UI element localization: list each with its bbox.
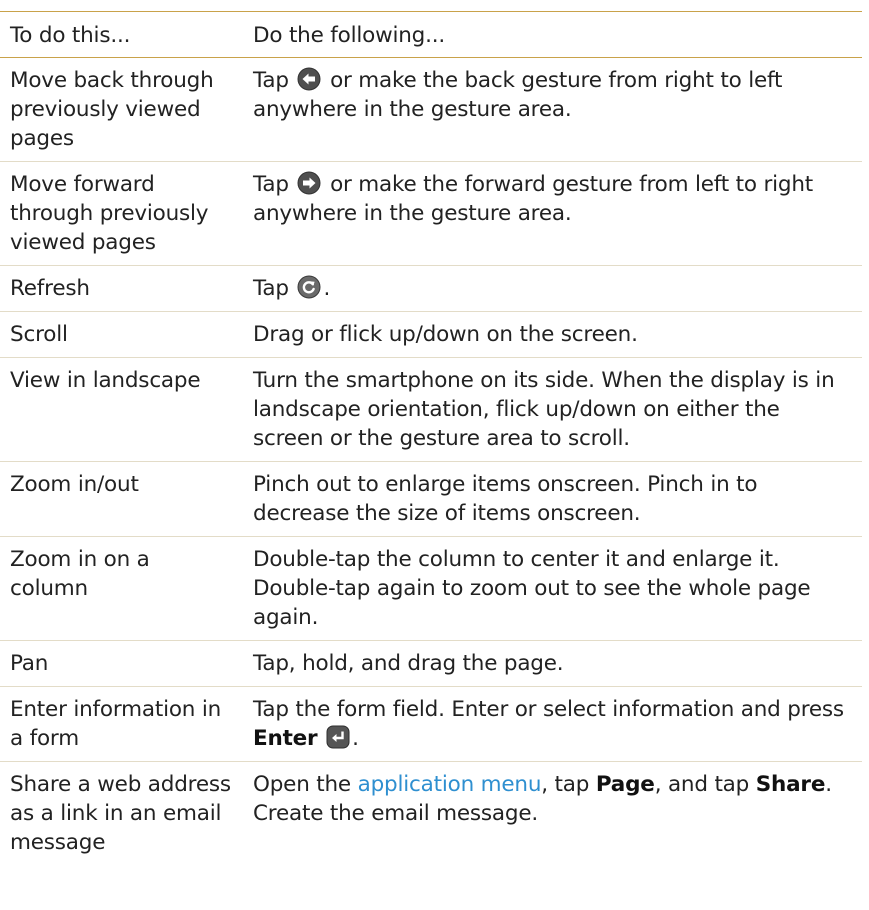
instruction-cell: Tap or make the forward gesture from lef… bbox=[240, 161, 862, 266]
header-col-action: To do this... bbox=[0, 11, 240, 58]
instruction-cell: Tap . bbox=[240, 265, 862, 312]
action-cell: Move forward through previously viewed p… bbox=[0, 161, 240, 266]
instruction-cell: Tap, hold, and drag the page. bbox=[240, 640, 862, 687]
instruction-cell: Double-tap the column to center it and e… bbox=[240, 536, 862, 641]
table-row: View in landscape Turn the smartphone on… bbox=[0, 357, 862, 462]
action-cell: Zoom in/out bbox=[0, 461, 240, 537]
action-cell: Pan bbox=[0, 640, 240, 687]
instruction-text: , tap bbox=[541, 772, 590, 797]
instruction-text: or make the forward gesture from left to… bbox=[253, 172, 813, 226]
instruction-text: Open the bbox=[253, 772, 351, 797]
enter-key-icon bbox=[326, 725, 350, 749]
table-row: Enter information in a form Tap the form… bbox=[0, 686, 862, 762]
header-col-instructions: Do the following... bbox=[240, 11, 862, 58]
action-cell: Move back through previously viewed page… bbox=[0, 57, 240, 162]
help-page: To do this... Do the following... Move b… bbox=[0, 0, 869, 910]
table-row: Zoom in on a column Double-tap the colum… bbox=[0, 536, 862, 641]
back-arrow-icon bbox=[297, 67, 321, 91]
action-cell: Scroll bbox=[0, 311, 240, 358]
instruction-text: Tap bbox=[253, 68, 289, 93]
instruction-text: . bbox=[352, 726, 359, 751]
refresh-icon bbox=[297, 275, 321, 299]
table-row: Share a web address as a link in an emai… bbox=[0, 762, 862, 866]
instruction-text: . bbox=[323, 276, 331, 301]
table-row: Pan Tap, hold, and drag the page. bbox=[0, 640, 862, 687]
table-row: Move back through previously viewed page… bbox=[0, 57, 862, 162]
instruction-text: Tap bbox=[253, 276, 289, 301]
instruction-text: , and tap bbox=[654, 772, 750, 797]
instruction-cell: Tap the form field. Enter or select info… bbox=[240, 686, 862, 762]
instruction-cell: Turn the smartphone on its side. When th… bbox=[240, 357, 862, 462]
table-header-row: To do this... Do the following... bbox=[0, 11, 862, 58]
table-row: Refresh Tap . bbox=[0, 265, 862, 312]
instruction-cell: Pinch out to enlarge items onscreen. Pin… bbox=[240, 461, 862, 537]
instruction-text: or make the back gesture from right to l… bbox=[253, 68, 783, 122]
table-row: Move forward through previously viewed p… bbox=[0, 161, 862, 266]
action-cell: View in landscape bbox=[0, 357, 240, 462]
instruction-cell: Tap or make the back gesture from right … bbox=[240, 57, 862, 162]
page-menu-item-label: Page bbox=[595, 772, 655, 797]
table-row: Zoom in/out Pinch out to enlarge items o… bbox=[0, 461, 862, 537]
enter-key-label: Enter bbox=[253, 726, 318, 751]
share-menu-item-label: Share bbox=[755, 772, 826, 797]
action-cell: Refresh bbox=[0, 265, 240, 312]
action-cell: Zoom in on a column bbox=[0, 536, 240, 641]
forward-arrow-icon bbox=[297, 171, 321, 195]
browser-actions-table: To do this... Do the following... Move b… bbox=[0, 11, 862, 865]
instruction-text: Tap the form field. Enter or select info… bbox=[253, 697, 844, 722]
action-cell: Enter information in a form bbox=[0, 686, 240, 762]
action-cell: Share a web address as a link in an emai… bbox=[10, 772, 231, 855]
instruction-text: Tap bbox=[253, 172, 289, 197]
application-menu-link[interactable]: application menu bbox=[358, 772, 542, 797]
table-row: Scroll Drag or flick up/down on the scre… bbox=[0, 311, 862, 358]
instruction-cell: Drag or flick up/down on the screen. bbox=[240, 311, 862, 358]
instruction-cell: Open the application menu, tap Page, and… bbox=[240, 762, 862, 866]
